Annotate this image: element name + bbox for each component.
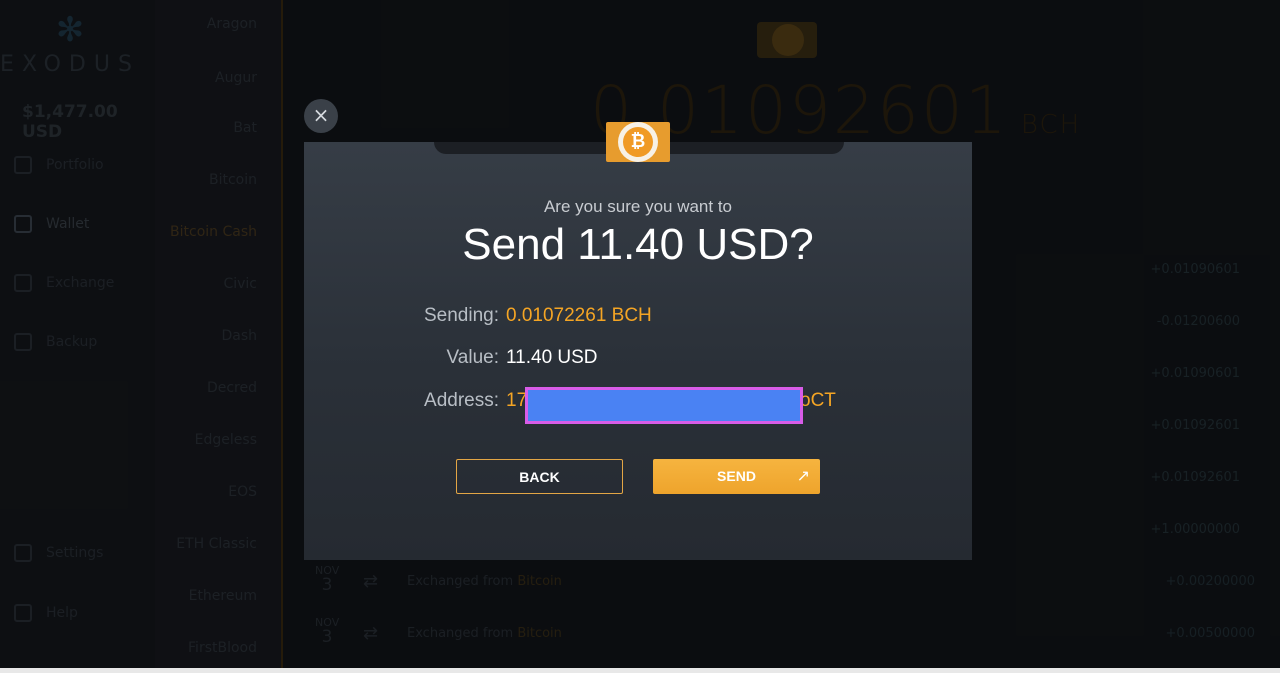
sending-label: Sending:	[423, 305, 499, 326]
address-value-suffix: oCT	[800, 390, 836, 411]
bitcoin-cash-badge: ₿	[606, 122, 670, 162]
bitcoin-icon: ₿	[623, 127, 653, 157]
value-value: 11.40 USD	[506, 347, 598, 368]
send-button[interactable]: SEND ↗	[653, 459, 820, 494]
confirm-title: Send 11.40 USD?	[462, 220, 814, 269]
sending-row: Sending: 0.01072261 BCH	[304, 305, 972, 333]
window-bottom-edge	[0, 668, 1280, 673]
address-redaction	[525, 387, 803, 424]
value-row: Value: 11.40 USD	[304, 347, 972, 375]
arrow-up-right-icon: ↗	[796, 468, 810, 485]
send-confirm-dialog: Are you sure you want to Send 11.40 USD?…	[304, 142, 972, 560]
exodus-wallet-app: ✻ EXODUS $1,477.00 USD Portfolio Wallet …	[0, 0, 1280, 673]
confirm-prompt: Are you sure you want to	[543, 197, 733, 216]
sending-value: 0.01072261 BCH	[506, 305, 652, 326]
value-label: Value:	[446, 347, 499, 368]
send-button-label: SEND	[717, 468, 756, 484]
coin-circle: ₿	[618, 122, 658, 162]
back-button[interactable]: BACK	[456, 459, 623, 494]
close-button[interactable]: ×	[304, 99, 338, 133]
address-label: Address:	[424, 390, 499, 411]
close-icon: ×	[312, 103, 330, 127]
